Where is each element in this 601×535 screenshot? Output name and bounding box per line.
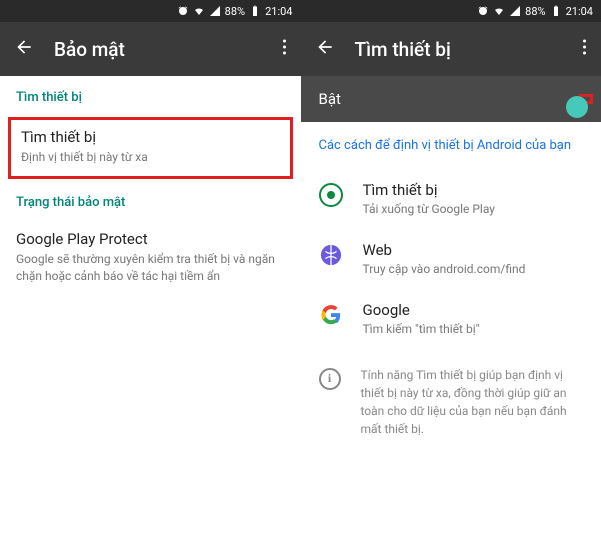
- content-area: Tìm thiết bị Tìm thiết bị Định vị thiết …: [0, 76, 301, 535]
- back-button[interactable]: [14, 37, 34, 61]
- app-subtitle: Truy cập vào android.com/find: [363, 261, 526, 277]
- status-bar: 88% 21:04: [0, 0, 301, 22]
- content-area: Bật Các cách để định vị thiết bị Android…: [301, 76, 601, 535]
- toggle-knob: [566, 96, 588, 118]
- app-title: Web: [363, 241, 526, 259]
- google-g-icon: [319, 303, 343, 327]
- item-title: Tìm thiết bị: [21, 128, 280, 146]
- app-title: Tìm thiết bị: [363, 181, 495, 199]
- highlight-find-device: Tìm thiết bị Định vị thiết bị này từ xa: [8, 117, 293, 179]
- battery-icon: [550, 5, 562, 17]
- header-bar: Tìm thiết bị: [301, 22, 601, 76]
- toggle-label: Bật: [319, 90, 580, 108]
- wifi-icon: [193, 5, 205, 17]
- app-title: Google: [363, 301, 480, 319]
- page-title: Tìm thiết bị: [355, 38, 563, 61]
- phone-right-find-device: 88% 21:04 Tìm thiết bị Bật Các cách để đ…: [301, 0, 601, 535]
- app-row-web[interactable]: Web Truy cập vào android.com/find: [301, 229, 601, 289]
- battery-pct: 88%: [525, 5, 545, 18]
- list-item-play-protect[interactable]: Google Play Protect Google sẽ thường xuy…: [0, 220, 301, 297]
- header-bar: Bảo mật: [0, 22, 301, 76]
- find-device-app-icon: [319, 183, 343, 207]
- alarm-icon: [477, 5, 489, 17]
- highlight-toggle: [579, 94, 593, 104]
- signal-icon: [509, 5, 521, 17]
- clock-text: 21:04: [566, 5, 593, 18]
- app-row-google[interactable]: Google Tìm kiếm "tìm thiết bị": [301, 289, 601, 349]
- battery-icon: [249, 5, 261, 17]
- back-button[interactable]: [315, 37, 335, 61]
- toggle-row: Bật: [301, 76, 601, 122]
- app-subtitle: Tìm kiếm "tìm thiết bị": [363, 321, 480, 337]
- item-title: Google Play Protect: [16, 230, 285, 248]
- battery-pct: 88%: [225, 5, 245, 18]
- globe-icon: [319, 243, 343, 267]
- signal-icon: [209, 5, 221, 17]
- phone-left-security-settings: 88% 21:04 Bảo mật Tìm thiết bị Tìm thiết…: [0, 0, 301, 535]
- section-label-security-status: Trạng thái bảo mật: [0, 181, 301, 220]
- wifi-icon: [493, 5, 505, 17]
- overflow-menu-button[interactable]: [282, 38, 287, 60]
- info-row: i Tính năng Tìm thiết bị giúp bạn định v…: [301, 350, 601, 454]
- clock-text: 21:04: [265, 5, 292, 18]
- list-item-find-device[interactable]: Tìm thiết bị Định vị thiết bị này từ xa: [21, 128, 280, 166]
- info-text: Tính năng Tìm thiết bị giúp bạn định vị …: [361, 366, 584, 438]
- item-subtitle: Định vị thiết bị này từ xa: [21, 149, 280, 166]
- alarm-icon: [177, 5, 189, 17]
- app-subtitle: Tải xuống từ Google Play: [363, 201, 495, 217]
- help-link[interactable]: Các cách để định vị thiết bị Android của…: [301, 122, 601, 169]
- section-label-find-device: Tìm thiết bị: [0, 76, 301, 115]
- page-title: Bảo mật: [54, 38, 262, 61]
- app-row-find-device[interactable]: Tìm thiết bị Tải xuống từ Google Play: [301, 169, 601, 229]
- overflow-menu-button[interactable]: [582, 38, 587, 60]
- item-subtitle: Google sẽ thường xuyên kiểm tra thiết bị…: [16, 251, 285, 285]
- info-icon: i: [319, 368, 341, 390]
- status-bar: 88% 21:04: [301, 0, 601, 22]
